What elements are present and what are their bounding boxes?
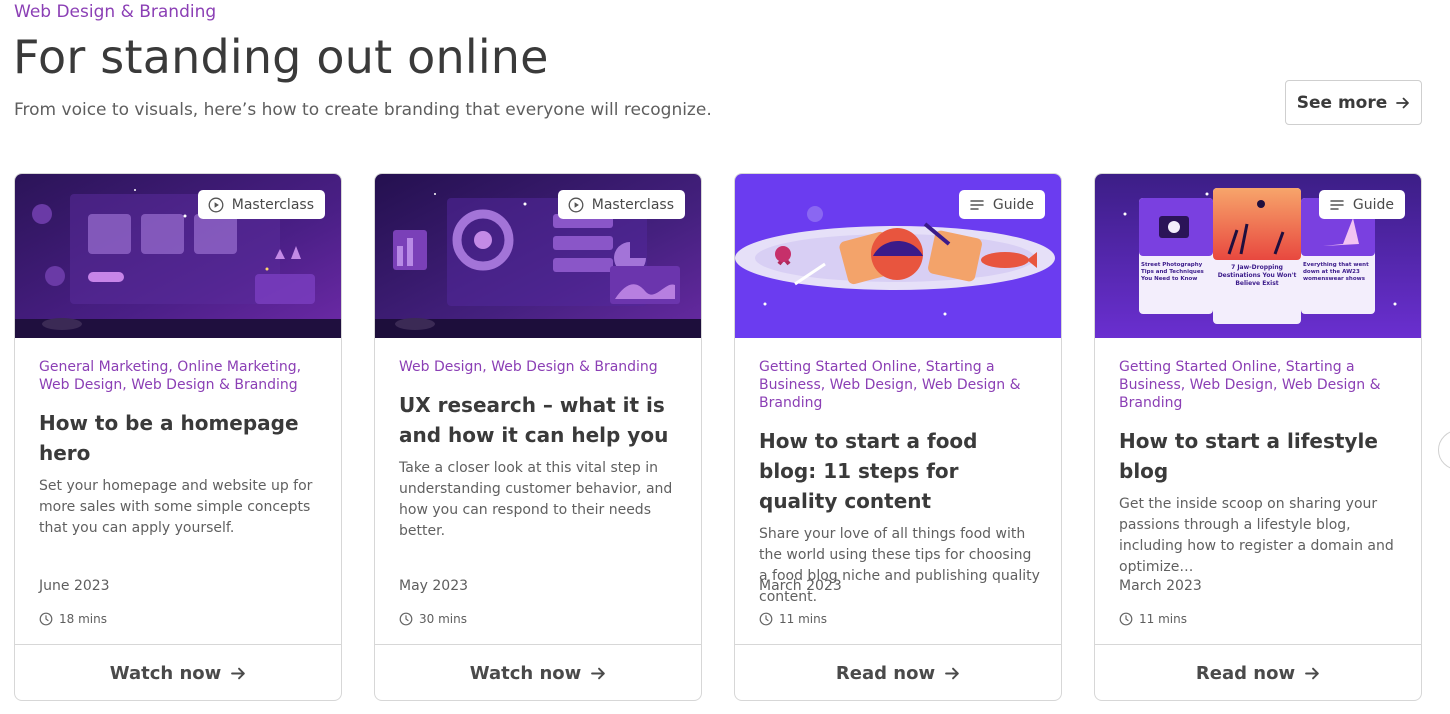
card-date: May 2023 xyxy=(399,578,469,594)
card-body: Getting Started Online, Starting a Busin… xyxy=(1119,358,1401,578)
card-categories[interactable]: Getting Started Online, Starting a Busin… xyxy=(1119,358,1401,412)
see-more-label: See more xyxy=(1296,92,1388,113)
play-icon xyxy=(208,197,224,212)
card-body: Getting Started Online, Starting a Busin… xyxy=(759,358,1041,608)
card-date: March 2023 xyxy=(1119,578,1202,594)
card-description: Get the inside scoop on sharing your pas… xyxy=(1119,496,1394,575)
article-card[interactable]: Masterclass General Marketing, Online Ma… xyxy=(14,173,342,701)
card-title[interactable]: How to be a homepage hero xyxy=(39,408,321,468)
arrow-right-icon xyxy=(1305,667,1319,679)
read-time-label: 11 mins xyxy=(1139,612,1187,626)
read-time-label: 18 mins xyxy=(59,612,107,626)
badge-label: Masterclass xyxy=(591,196,674,213)
card-badge: Masterclass xyxy=(557,190,685,219)
arrow-right-icon xyxy=(231,667,246,679)
card-cta-button[interactable]: Watch now xyxy=(15,644,341,700)
read-time-label: 11 mins xyxy=(779,612,827,626)
card-badge: Guide xyxy=(1318,190,1405,219)
card-date: March 2023 xyxy=(759,578,842,594)
cta-label: Read now xyxy=(835,662,936,684)
card-description: Take a closer look at this vital step in… xyxy=(399,460,673,539)
card-categories[interactable]: General Marketing, Online Marketing, Web… xyxy=(39,358,321,394)
badge-label: Guide xyxy=(992,196,1034,213)
play-icon xyxy=(568,197,584,212)
card-title[interactable]: How to start a food blog: 11 steps for q… xyxy=(759,426,1041,516)
mini-post-title: Everything that went down at the AW23 wo… xyxy=(1303,262,1369,282)
article-card[interactable]: Street Photography Tips and Techniques Y… xyxy=(1094,173,1422,701)
mini-post-title: Street Photography Tips and Techniques Y… xyxy=(1141,262,1204,282)
cta-label: Read now xyxy=(1195,662,1296,684)
section-subtitle: From voice to visuals, here’s how to cre… xyxy=(14,100,712,120)
card-cta-button[interactable]: Read now xyxy=(1095,644,1421,700)
clock-icon xyxy=(759,612,773,626)
card-categories[interactable]: Getting Started Online, Starting a Busin… xyxy=(759,358,1041,412)
menu-lines-icon xyxy=(1330,199,1344,210)
card-badge: Masterclass xyxy=(197,190,325,219)
arrow-right-icon xyxy=(945,667,959,679)
card-body: General Marketing, Online Marketing, Web… xyxy=(39,358,321,539)
card-date: June 2023 xyxy=(39,578,110,594)
section-eyebrow[interactable]: Web Design & Branding xyxy=(14,2,216,22)
badge-label: Masterclass xyxy=(231,196,314,213)
cta-label: Watch now xyxy=(109,662,222,684)
badge-label: Guide xyxy=(1352,196,1394,213)
card-read-time: 11 mins xyxy=(759,612,827,626)
clock-icon xyxy=(39,612,53,626)
article-card[interactable]: Masterclass Web Design, Web Design & Bra… xyxy=(374,173,702,701)
card-title[interactable]: How to start a lifestyle blog xyxy=(1119,426,1401,486)
cta-label: Watch now xyxy=(469,662,582,684)
card-description: Set your homepage and website up for mor… xyxy=(39,478,313,536)
see-more-button[interactable]: See more xyxy=(1285,80,1422,125)
card-read-time: 11 mins xyxy=(1119,612,1187,626)
menu-lines-icon xyxy=(970,199,984,210)
clock-icon xyxy=(1119,612,1133,626)
card-read-time: 18 mins xyxy=(39,612,107,626)
card-title[interactable]: UX research – what it is and how it can … xyxy=(399,390,681,450)
arrow-right-icon xyxy=(591,667,606,679)
arrow-right-icon xyxy=(1396,97,1410,108)
card-badge: Guide xyxy=(958,190,1045,219)
card-cta-button[interactable]: Watch now xyxy=(375,644,701,700)
carousel-next-button[interactable] xyxy=(1438,430,1450,470)
clock-icon xyxy=(399,612,413,626)
card-read-time: 30 mins xyxy=(399,612,467,626)
card-categories[interactable]: Web Design, Web Design & Branding xyxy=(399,358,681,376)
card-description: Share your love of all things food with … xyxy=(759,526,1040,605)
read-time-label: 30 mins xyxy=(419,612,467,626)
card-cta-button[interactable]: Read now xyxy=(735,644,1061,700)
card-body: Web Design, Web Design & Branding UX res… xyxy=(399,358,681,542)
article-card[interactable]: Guide Getting Started Online, Starting a… xyxy=(734,173,1062,701)
page-title: For standing out online xyxy=(13,30,549,84)
mini-post-title: 7 Jaw-Dropping Destinations You Won't Be… xyxy=(1217,264,1297,287)
